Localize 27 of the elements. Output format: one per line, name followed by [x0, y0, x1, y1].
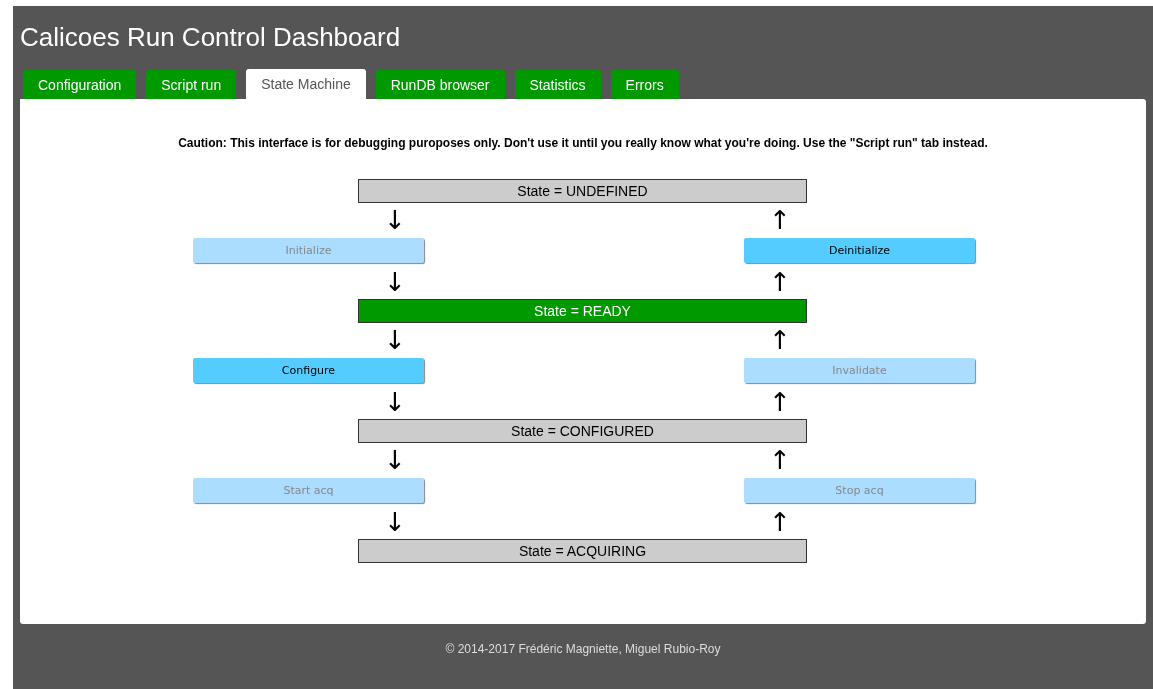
state-box: State = UNDEFINED	[358, 179, 807, 203]
tab[interactable]: Script run	[146, 70, 237, 99]
arrow-icon: ↑	[769, 509, 791, 535]
state-box: State = READY	[358, 299, 807, 323]
page-title: Calicoes Run Control Dashboard	[19, 21, 402, 54]
tab[interactable]: RunDB browser	[375, 70, 505, 99]
arrow-icon: ↓	[384, 269, 406, 295]
state-box: State = ACQUIRING	[358, 539, 807, 563]
state-box: State = CONFIGURED	[358, 419, 807, 443]
tab[interactable]: State Machine	[246, 69, 366, 99]
arrow-icon: ↑	[769, 327, 791, 353]
tab[interactable]: Configuration	[23, 70, 137, 99]
action-button[interactable]: Deinitialize	[744, 238, 975, 263]
caution-text: Caution: This interface is for debugging puroposes only. Don't use it until you really know what you're doing. Use the "Script run" tab instead.	[177, 135, 989, 150]
action-button[interactable]: Configure	[193, 358, 424, 383]
copyright-text: © 2014-2017 Frédéric Magniette, Miguel Rubio-Roy	[445, 642, 721, 656]
arrow-icon: ↓	[384, 509, 406, 535]
arrow-icon: ↑	[769, 269, 791, 295]
arrow-icon: ↓	[384, 327, 406, 353]
arrow-icon: ↑	[769, 447, 791, 473]
arrow-icon: ↓	[384, 447, 406, 473]
tab[interactable]: Statistics	[514, 70, 601, 99]
arrow-icon: ↓	[384, 389, 406, 415]
arrow-icon: ↑	[769, 207, 791, 233]
arrow-icon: ↑	[769, 389, 791, 415]
arrow-icon: ↓	[384, 207, 406, 233]
tab[interactable]: Errors	[610, 70, 679, 99]
